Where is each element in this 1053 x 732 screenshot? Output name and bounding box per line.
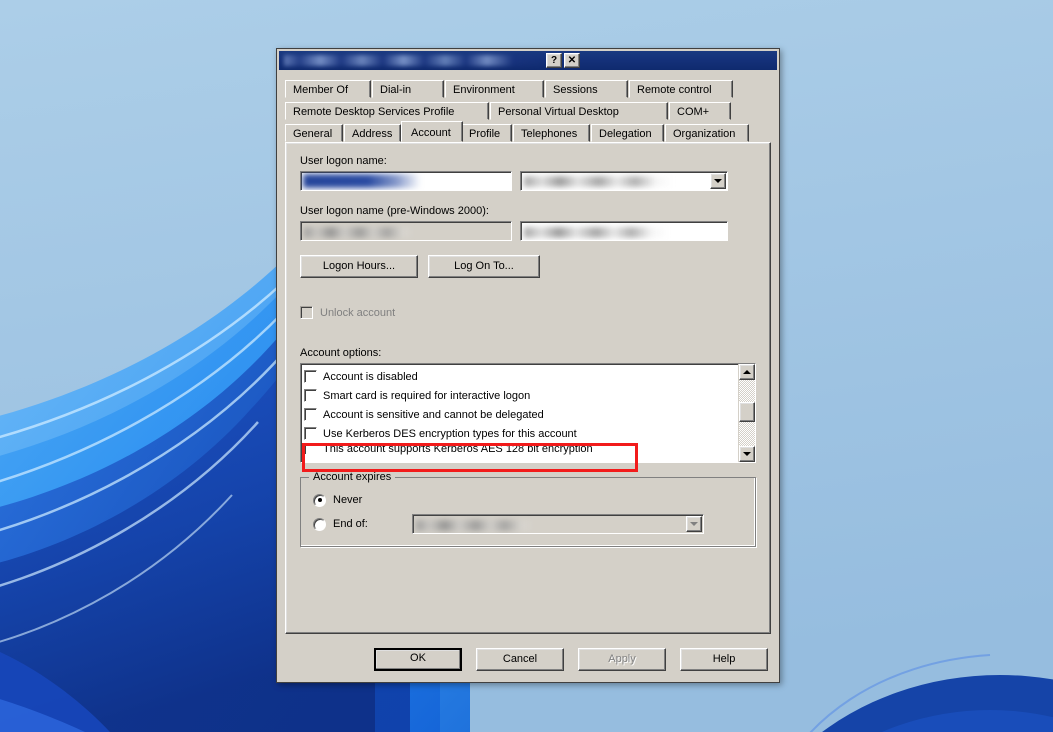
pre-windows-2000-label: User logon name (pre-Windows 2000): <box>300 205 489 217</box>
help-titlebar-button[interactable]: ? <box>546 53 562 68</box>
account-expires-end-of-row[interactable]: End of: <box>313 514 743 534</box>
title-bar[interactable]: ? ✕ <box>279 51 777 70</box>
pre-windows-2000-row <box>300 221 756 241</box>
kerberos-des-checkbox[interactable] <box>304 427 317 440</box>
tab-telephones[interactable]: Telephones <box>513 124 590 142</box>
account-options-listbox[interactable]: Account is disabled Smart card is requir… <box>300 363 756 463</box>
tab-control: Member Of Dial-in Environment Sessions R… <box>285 78 771 634</box>
end-of-radio[interactable] <box>313 517 326 531</box>
dialog-footer: OK Cancel Apply Help <box>277 636 779 682</box>
list-item[interactable]: Account is disabled <box>304 367 738 386</box>
account-options-list: Account is disabled Smart card is requir… <box>301 364 738 462</box>
tab-account[interactable]: Account <box>401 121 463 142</box>
account-options-label: Account options: <box>300 347 382 359</box>
logon-buttons-row: Logon Hours... Log On To... <box>300 255 756 278</box>
user-logon-name-row <box>300 171 756 191</box>
cancel-button[interactable]: Cancel <box>476 647 564 671</box>
pre2000-domain-redacted-value <box>304 227 416 238</box>
log-on-to-button[interactable]: Log On To... <box>428 255 540 278</box>
kerberos-des-label: Use Kerberos DES encryption types for th… <box>323 427 577 440</box>
smart-card-required-label: Smart card is required for interactive l… <box>323 389 531 402</box>
logon-hours-button[interactable]: Logon Hours... <box>300 255 418 278</box>
unlock-account-checkbox[interactable] <box>300 306 313 319</box>
end-of-date-picker[interactable] <box>412 514 704 534</box>
account-expires-groupbox: Account expires Never End of: <box>300 471 756 547</box>
end-of-date-redacted-value <box>416 520 536 531</box>
scroll-down-icon[interactable] <box>739 446 755 462</box>
user-logon-domain-redacted-value <box>524 176 674 187</box>
tab-remote-desktop-services-profile[interactable]: Remote Desktop Services Profile <box>285 102 489 120</box>
tab-remote-control[interactable]: Remote control <box>629 80 733 98</box>
chevron-down-icon[interactable] <box>710 173 726 189</box>
account-options-scrollbar[interactable] <box>738 364 755 462</box>
tab-com-plus[interactable]: COM+ <box>669 102 731 120</box>
close-icon[interactable]: ✕ <box>564 53 580 68</box>
list-item[interactable]: This account supports Kerberos AES 128 b… <box>304 443 738 455</box>
window-title-redacted <box>284 55 544 66</box>
ok-button[interactable]: OK <box>374 647 462 671</box>
scrollbar-thumb[interactable] <box>739 402 755 422</box>
tab-personal-virtual-desktop[interactable]: Personal Virtual Desktop <box>490 102 668 120</box>
tab-organization[interactable]: Organization <box>665 124 749 142</box>
list-item[interactable]: Account is sensitive and cannot be deleg… <box>304 405 738 424</box>
scrollbar-track[interactable] <box>739 380 755 446</box>
tab-profile[interactable]: Profile <box>461 124 512 142</box>
account-sensitive-checkbox[interactable] <box>304 408 317 421</box>
end-of-label: End of: <box>333 518 368 530</box>
tab-row-1: Member Of Dial-in Environment Sessions R… <box>285 78 771 98</box>
user-logon-domain-value <box>521 172 710 190</box>
smart-card-required-checkbox[interactable] <box>304 389 317 402</box>
tab-member-of[interactable]: Member Of <box>285 80 371 98</box>
user-logon-name-label: User logon name: <box>300 155 387 167</box>
tab-sessions[interactable]: Sessions <box>545 80 628 98</box>
pre2000-domain-input[interactable] <box>300 221 512 241</box>
account-expires-never-row[interactable]: Never <box>313 490 743 510</box>
list-item[interactable]: Use Kerberos DES encryption types for th… <box>304 424 738 443</box>
user-logon-name-redacted-value <box>303 174 421 188</box>
tab-delegation[interactable]: Delegation <box>591 124 664 142</box>
unlock-account-label: Unlock account <box>320 306 396 319</box>
apply-button[interactable]: Apply <box>578 647 666 671</box>
account-tab-panel: User logon name: User logon name (pre-Wi… <box>285 142 771 634</box>
account-is-disabled-label: Account is disabled <box>323 370 418 383</box>
ad-user-properties-dialog: ? ✕ Member Of Dial-in Environment Sessio… <box>276 48 780 683</box>
pre2000-name-input[interactable] <box>520 221 728 241</box>
help-button[interactable]: Help <box>680 647 768 671</box>
account-is-disabled-checkbox[interactable] <box>304 370 317 383</box>
tab-row-3: General Address Account Profile Telephon… <box>285 121 771 142</box>
kerberos-aes128-checkbox[interactable] <box>304 443 317 455</box>
user-logon-domain-combo[interactable] <box>520 171 728 191</box>
never-radio[interactable] <box>313 493 326 507</box>
tab-dial-in[interactable]: Dial-in <box>372 80 444 98</box>
pre2000-name-redacted-value <box>524 227 669 238</box>
tab-address[interactable]: Address <box>344 124 401 142</box>
tab-row-2: Remote Desktop Services Profile Personal… <box>285 100 771 120</box>
scroll-up-icon[interactable] <box>739 364 755 380</box>
kerberos-aes128-label: This account supports Kerberos AES 128 b… <box>323 443 593 455</box>
chevron-down-icon[interactable] <box>686 516 702 532</box>
list-item[interactable]: Smart card is required for interactive l… <box>304 386 738 405</box>
account-sensitive-label: Account is sensitive and cannot be deleg… <box>323 408 544 421</box>
tab-general[interactable]: General <box>285 124 343 142</box>
never-label: Never <box>333 494 363 506</box>
user-logon-name-input[interactable] <box>300 171 512 191</box>
end-of-date-value <box>413 515 686 533</box>
unlock-account-row[interactable]: Unlock account <box>300 306 756 319</box>
tab-environment[interactable]: Environment <box>445 80 544 98</box>
account-expires-title: Account expires <box>309 471 396 483</box>
